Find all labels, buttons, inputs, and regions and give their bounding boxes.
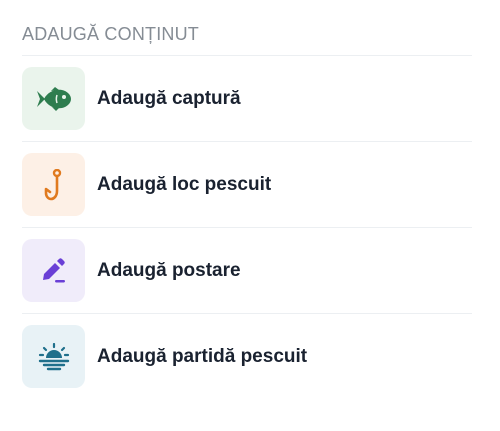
fishing-hook-icon (44, 168, 61, 200)
icon-box (22, 239, 85, 302)
icon-box (22, 325, 85, 388)
add-catch-label: Adaugă captură (97, 87, 241, 109)
add-post-item[interactable]: Adaugă postare (22, 228, 472, 314)
icon-box (22, 67, 85, 130)
add-catch-item[interactable]: Adaugă captură (22, 56, 472, 142)
add-post-label: Adaugă postare (97, 259, 241, 281)
add-fishing-trip-item[interactable]: Adaugă partidă pescuit (22, 314, 472, 399)
add-content-panel: ADAUGĂ CONȚINUT Adaugă captură Adaugă lo… (0, 0, 500, 431)
fish-icon (36, 86, 71, 111)
icon-box (22, 153, 85, 216)
sunrise-icon (38, 342, 69, 370)
section-title: ADAUGĂ CONȚINUT (22, 0, 472, 56)
add-fishing-spot-label: Adaugă loc pescuit (97, 173, 272, 195)
add-fishing-trip-label: Adaugă partidă pescuit (97, 345, 308, 367)
add-fishing-spot-item[interactable]: Adaugă loc pescuit (22, 142, 472, 228)
pencil-icon (42, 257, 65, 282)
